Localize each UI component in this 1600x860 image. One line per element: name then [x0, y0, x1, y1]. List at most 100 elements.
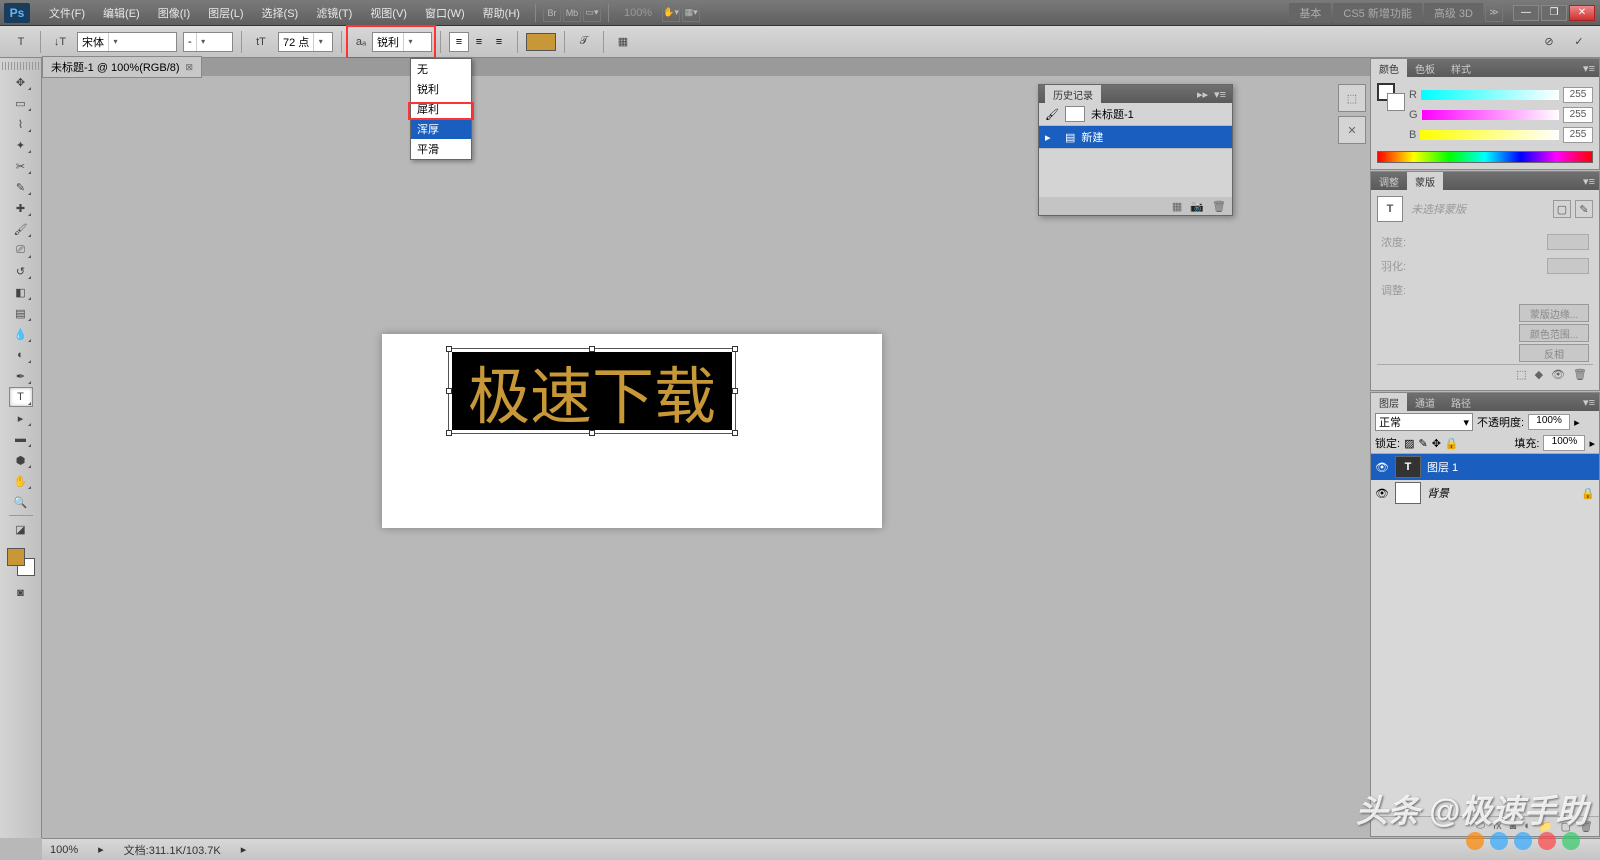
mask-edge-button[interactable]: 蒙版边缘...	[1519, 304, 1589, 322]
dropdown-item-none[interactable]: 无	[411, 59, 471, 79]
tab-styles[interactable]: 样式	[1443, 59, 1479, 78]
align-left-button[interactable]: ≡	[449, 32, 469, 52]
layer-thumb[interactable]	[1395, 482, 1421, 504]
menu-view[interactable]: 视图(V)	[361, 5, 416, 21]
dodge-tool[interactable]: ◐	[9, 345, 33, 365]
3d-tool[interactable]: ⬢	[9, 450, 33, 470]
text-orientation-icon[interactable]: ↓T	[49, 31, 71, 53]
mask-thumb[interactable]: T	[1377, 196, 1403, 222]
workspace-3d[interactable]: 高级 3D	[1424, 3, 1483, 23]
tab-color[interactable]: 颜色	[1371, 59, 1407, 78]
menu-edit[interactable]: 编辑(E)	[94, 5, 149, 21]
g-value[interactable]: 255	[1563, 107, 1593, 123]
layer-name[interactable]: 图层 1	[1427, 459, 1458, 475]
bg-color-swatch[interactable]	[1387, 93, 1405, 111]
menu-image[interactable]: 图像(I)	[149, 5, 199, 21]
tab-channels[interactable]: 通道	[1407, 393, 1443, 412]
menu-help[interactable]: 帮助(H)	[474, 5, 529, 21]
heal-tool[interactable]: ✚	[9, 198, 33, 218]
expand-icon[interactable]: ≫	[1485, 4, 1503, 22]
text-content[interactable]: 极速下载	[468, 346, 716, 436]
dropdown-item-strong[interactable]: 浑厚	[411, 119, 471, 139]
foreground-color[interactable]	[7, 548, 25, 566]
close-button[interactable]: ✕	[1569, 5, 1595, 21]
shape-tool[interactable]: ▬	[9, 429, 33, 449]
eraser-tool[interactable]: ◧	[9, 282, 33, 302]
quickmask-icon[interactable]: ◙	[9, 583, 33, 603]
workspace-cs5[interactable]: CS5 新增功能	[1333, 3, 1421, 23]
tab-layers[interactable]: 图层	[1371, 393, 1407, 412]
status-zoom[interactable]: 100%	[50, 844, 78, 856]
hand-tool[interactable]: ✋	[9, 471, 33, 491]
arrange-icon[interactable]: ▦▾	[682, 4, 700, 22]
collapse-icon[interactable]: ▸▸	[1197, 88, 1208, 101]
trash-icon[interactable]: 🗑	[1212, 200, 1226, 213]
menu-layer[interactable]: 图层(L)	[199, 5, 252, 21]
fgbg-default-icon[interactable]: ◪	[9, 519, 33, 539]
cancel-icon[interactable]: ⊘	[1538, 31, 1560, 53]
menu-file[interactable]: 文件(F)	[40, 5, 94, 21]
disable-mask-icon[interactable]: 👁	[1551, 368, 1565, 381]
commit-icon[interactable]: ✓	[1568, 31, 1590, 53]
maximize-button[interactable]: ❐	[1541, 5, 1567, 21]
marquee-tool[interactable]: ▭	[9, 93, 33, 113]
stamp-tool[interactable]: ⎚	[9, 240, 33, 260]
color-swatches[interactable]	[5, 546, 37, 578]
blend-mode-combo[interactable]: 正常▾	[1375, 413, 1473, 431]
history-tab[interactable]: 历史记录	[1045, 85, 1101, 104]
document-canvas[interactable]: 极速下载	[382, 334, 882, 528]
zoom-level[interactable]: 100%	[615, 7, 661, 19]
apply-mask-icon[interactable]: ◆	[1535, 368, 1543, 381]
layer-name[interactable]: 背景	[1427, 485, 1449, 501]
tab-paths[interactable]: 路径	[1443, 393, 1479, 412]
b-value[interactable]: 255	[1563, 127, 1593, 143]
eyedropper-tool[interactable]: ✎	[9, 177, 33, 197]
text-color-swatch[interactable]	[526, 33, 556, 51]
canvas-area[interactable]: 极速下载	[42, 76, 1600, 838]
menu-filter[interactable]: 滤镜(T)	[307, 5, 361, 21]
lasso-tool[interactable]: ⌇	[9, 114, 33, 134]
status-menu-icon[interactable]: ▸	[241, 843, 247, 856]
align-center-button[interactable]: ≡	[469, 32, 489, 52]
visibility-icon[interactable]: 👁	[1375, 460, 1389, 474]
opacity-input[interactable]: 100%	[1528, 414, 1570, 430]
color-range-button[interactable]: 颜色范围...	[1519, 324, 1589, 342]
document-tab[interactable]: 未标题-1 @ 100%(RGB/8) ⊠	[42, 56, 202, 78]
status-expand-icon[interactable]: ▸	[98, 843, 104, 856]
wand-tool[interactable]: ✦	[9, 135, 33, 155]
layer-thumb[interactable]: T	[1395, 456, 1421, 478]
density-input[interactable]	[1547, 234, 1589, 250]
menu-select[interactable]: 选择(S)	[253, 5, 308, 21]
lock-position-icon[interactable]: ✥	[1432, 437, 1441, 450]
screen-mode-icon[interactable]: ▭▾	[583, 4, 601, 22]
new-doc-icon[interactable]: ▦	[1172, 200, 1182, 213]
feather-input[interactable]	[1547, 258, 1589, 274]
panel-grip[interactable]	[2, 62, 39, 70]
layer-row[interactable]: 👁 背景 🔒	[1371, 480, 1599, 506]
type-tool[interactable]: T	[9, 387, 33, 407]
dropdown-item-sharp[interactable]: 锐利	[411, 79, 471, 99]
invert-button[interactable]: 反相	[1519, 344, 1589, 362]
visibility-icon[interactable]: 👁	[1375, 486, 1389, 500]
panel-menu-icon[interactable]: ▾≡	[1579, 175, 1599, 188]
hand-icon[interactable]: ✋▾	[662, 4, 680, 22]
history-panel[interactable]: 历史记录 ▸▸▾≡ 🖌 未标题-1 ▸ ▤ 新建 ▦ 📷 🗑	[1038, 84, 1233, 216]
g-slider[interactable]	[1422, 110, 1559, 120]
zoom-tool[interactable]: 🔍	[9, 492, 33, 512]
panel-menu-icon[interactable]: ▾≡	[1579, 396, 1599, 409]
b-slider[interactable]	[1420, 130, 1559, 140]
history-snapshot[interactable]: 🖌 未标题-1	[1039, 103, 1232, 126]
r-slider[interactable]	[1421, 90, 1559, 100]
menu-window[interactable]: 窗口(W)	[416, 5, 474, 21]
character-panel-icon[interactable]: ▦	[612, 31, 634, 53]
tab-mask[interactable]: 蒙版	[1407, 172, 1443, 191]
tab-swatches[interactable]: 色板	[1407, 59, 1443, 78]
layer-row[interactable]: 👁 T 图层 1	[1371, 454, 1599, 480]
warp-text-icon[interactable]: 𝒯	[573, 31, 595, 53]
color-ramp[interactable]	[1377, 151, 1593, 163]
dropdown-item-smooth[interactable]: 平滑	[411, 139, 471, 159]
pixel-mask-icon[interactable]: ▢	[1553, 200, 1571, 218]
panel-header[interactable]: 历史记录 ▸▸ ▾≡	[1039, 85, 1232, 103]
panel-menu-icon[interactable]: ▾≡	[1214, 88, 1226, 101]
load-selection-icon[interactable]: ⬚	[1516, 368, 1526, 381]
